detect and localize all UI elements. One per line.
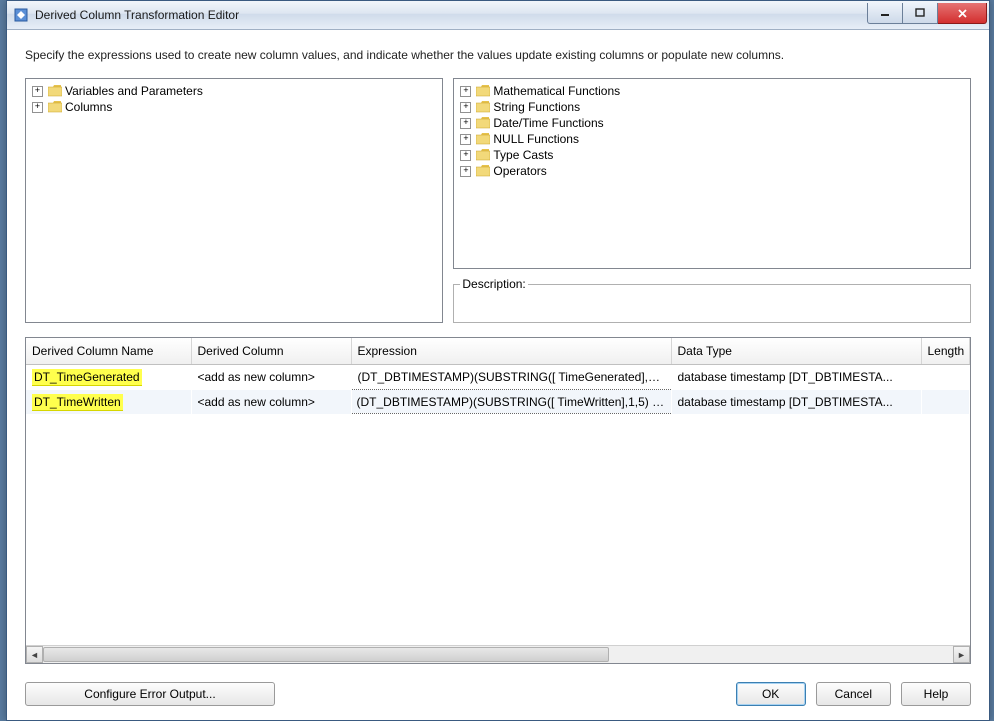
horizontal-scrollbar[interactable]: ◄ ►	[26, 645, 970, 663]
highlighted-name: DT_TimeGenerated	[32, 369, 142, 386]
col-header-derived[interactable]: Derived Column	[191, 338, 351, 365]
cell-datatype[interactable]: database timestamp [DT_DBTIMESTA...	[671, 390, 921, 414]
scroll-left-arrow-icon[interactable]: ◄	[26, 646, 43, 663]
tree-item-label: Variables and Parameters	[65, 83, 203, 99]
tree-item-label: Columns	[65, 99, 112, 115]
cell-name[interactable]: DT_TimeWritten	[26, 390, 191, 414]
grid-table: Derived Column Name Derived Column Expre…	[26, 338, 970, 414]
plus-icon[interactable]: +	[460, 150, 471, 161]
instructions-text: Specify the expressions used to create n…	[25, 48, 971, 62]
folder-icon	[476, 85, 490, 97]
tree-item-label: Operators	[493, 163, 546, 179]
plus-icon[interactable]: +	[32, 102, 43, 113]
variables-columns-tree[interactable]: + Variables and Parameters +	[25, 78, 443, 323]
plus-icon[interactable]: +	[460, 102, 471, 113]
cell-derived[interactable]: <add as new column>	[191, 365, 351, 390]
tree-item-variables[interactable]: + Variables and Parameters	[32, 83, 436, 99]
plus-icon[interactable]: +	[460, 118, 471, 129]
cell-datatype[interactable]: database timestamp [DT_DBTIMESTA...	[671, 365, 921, 390]
tree-item-math-functions[interactable]: + Mathematical Functions	[460, 83, 964, 99]
functions-column: + Mathematical Functions + String Functi…	[453, 78, 971, 323]
folder-icon	[476, 165, 490, 177]
folder-icon	[48, 85, 62, 97]
cell-expression[interactable]: (DT_DBTIMESTAMP)(SUBSTRING([ TimeGenerat…	[351, 365, 671, 390]
close-button[interactable]	[938, 3, 987, 24]
window-title: Derived Column Transformation Editor	[35, 8, 867, 22]
folder-icon	[476, 133, 490, 145]
dialog-window: Derived Column Transformation Editor Spe…	[6, 0, 990, 721]
grid-row[interactable]: DT_TimeWritten <add as new column> (DT_D…	[26, 390, 970, 414]
configure-error-output-button[interactable]: Configure Error Output...	[25, 682, 275, 706]
cancel-button[interactable]: Cancel	[816, 682, 891, 706]
description-box: Description:	[453, 277, 971, 323]
cell-length[interactable]	[921, 390, 970, 414]
tree-item-null-functions[interactable]: + NULL Functions	[460, 131, 964, 147]
scroll-track[interactable]	[43, 646, 953, 663]
titlebar[interactable]: Derived Column Transformation Editor	[7, 1, 989, 30]
tree-item-label: Date/Time Functions	[493, 115, 603, 131]
ok-button[interactable]: OK	[736, 682, 806, 706]
cell-derived[interactable]: <add as new column>	[191, 390, 351, 414]
app-icon	[13, 7, 29, 23]
minimize-button[interactable]	[867, 3, 903, 24]
grid-header-row: Derived Column Name Derived Column Expre…	[26, 338, 970, 365]
tree-item-label: String Functions	[493, 99, 580, 115]
tree-item-type-casts[interactable]: + Type Casts	[460, 147, 964, 163]
highlighted-name: DT_TimeWritten	[32, 394, 123, 411]
maximize-button[interactable]	[903, 3, 938, 24]
col-header-name[interactable]: Derived Column Name	[26, 338, 191, 365]
tree-item-label: NULL Functions	[493, 131, 579, 147]
cell-expression[interactable]: (DT_DBTIMESTAMP)(SUBSTRING([ TimeWritten…	[351, 390, 671, 414]
dialog-body: Specify the expressions used to create n…	[7, 30, 989, 720]
col-header-length[interactable]: Length	[921, 338, 970, 365]
scroll-right-arrow-icon[interactable]: ►	[953, 646, 970, 663]
description-label: Description:	[460, 277, 527, 291]
tree-item-columns[interactable]: + Columns	[32, 99, 436, 115]
grid-empty-area	[26, 414, 970, 645]
folder-icon	[476, 149, 490, 161]
col-header-expression[interactable]: Expression	[351, 338, 671, 365]
col-header-datatype[interactable]: Data Type	[671, 338, 921, 365]
derived-columns-grid[interactable]: Derived Column Name Derived Column Expre…	[25, 337, 971, 664]
help-button[interactable]: Help	[901, 682, 971, 706]
panes-row: + Variables and Parameters +	[25, 78, 971, 323]
plus-icon[interactable]: +	[460, 166, 471, 177]
dialog-footer: Configure Error Output... OK Cancel Help	[25, 682, 971, 706]
plus-icon[interactable]: +	[32, 86, 43, 97]
plus-icon[interactable]: +	[460, 134, 471, 145]
tree-item-label: Type Casts	[493, 147, 553, 163]
folder-icon	[476, 117, 490, 129]
tree-item-operators[interactable]: + Operators	[460, 163, 964, 179]
cell-name[interactable]: DT_TimeGenerated	[26, 365, 191, 390]
tree-item-string-functions[interactable]: + String Functions	[460, 99, 964, 115]
grid-row[interactable]: DT_TimeGenerated <add as new column> (DT…	[26, 365, 970, 390]
folder-icon	[48, 101, 62, 113]
tree-item-label: Mathematical Functions	[493, 83, 620, 99]
scroll-thumb[interactable]	[43, 647, 609, 662]
cell-length[interactable]	[921, 365, 970, 390]
window-controls	[867, 3, 989, 23]
folder-icon	[476, 101, 490, 113]
tree-item-datetime-functions[interactable]: + Date/Time Functions	[460, 115, 964, 131]
functions-tree[interactable]: + Mathematical Functions + String Functi…	[453, 78, 971, 269]
plus-icon[interactable]: +	[460, 86, 471, 97]
